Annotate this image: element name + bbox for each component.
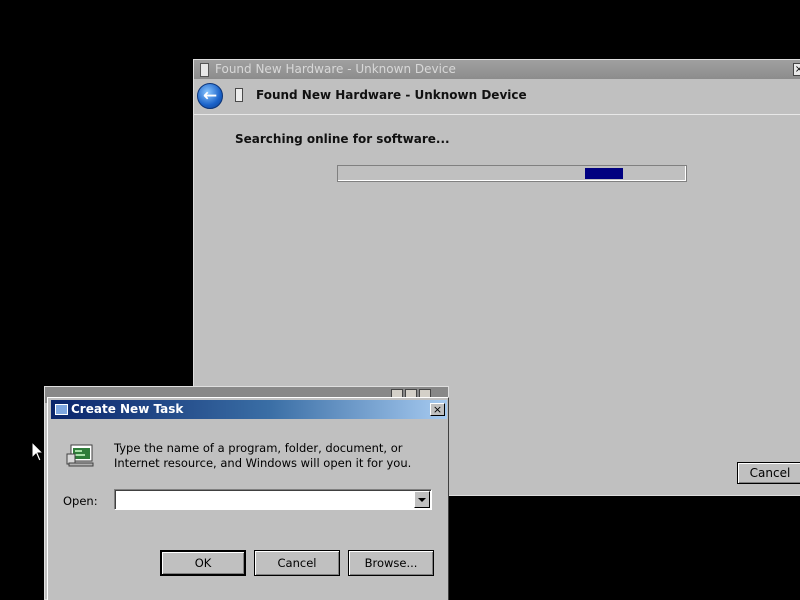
open-combobox[interactable] [114, 489, 432, 510]
wizard-header: ← Found New Hardware - Unknown Device [194, 79, 800, 115]
mouse-pointer-icon [31, 441, 45, 462]
open-input[interactable] [117, 492, 415, 507]
search-status-text: Searching online for software... [235, 132, 450, 146]
window-titlebar[interactable]: Found New Hardware - Unknown Device × [194, 60, 800, 79]
progress-bar-fill [585, 168, 623, 179]
task-manager-icon [55, 404, 68, 415]
window-title: Found New Hardware - Unknown Device [215, 62, 456, 76]
run-program-icon [66, 444, 94, 467]
close-icon[interactable]: × [430, 403, 445, 416]
browse-button[interactable]: Browse... [348, 550, 434, 576]
cancel-button[interactable]: Cancel [254, 550, 340, 576]
back-arrow-icon[interactable]: ← [197, 83, 223, 109]
create-new-task-dialog: Create New Task × Type the name of a pro… [47, 397, 449, 600]
search-progress-bar [337, 165, 687, 182]
dialog-title: Create New Task [71, 402, 184, 416]
ok-button[interactable]: OK [160, 550, 246, 576]
chevron-down-icon[interactable] [414, 491, 430, 508]
dialog-titlebar[interactable]: Create New Task × [51, 400, 447, 419]
device-icon [200, 63, 209, 77]
wizard-header-title: Found New Hardware - Unknown Device [256, 88, 527, 102]
close-icon[interactable]: × [793, 63, 800, 76]
cancel-button[interactable]: Cancel [737, 462, 800, 484]
dialog-instructions: Type the name of a program, folder, docu… [114, 441, 412, 470]
device-icon [235, 88, 243, 102]
open-label: Open: [63, 494, 98, 508]
